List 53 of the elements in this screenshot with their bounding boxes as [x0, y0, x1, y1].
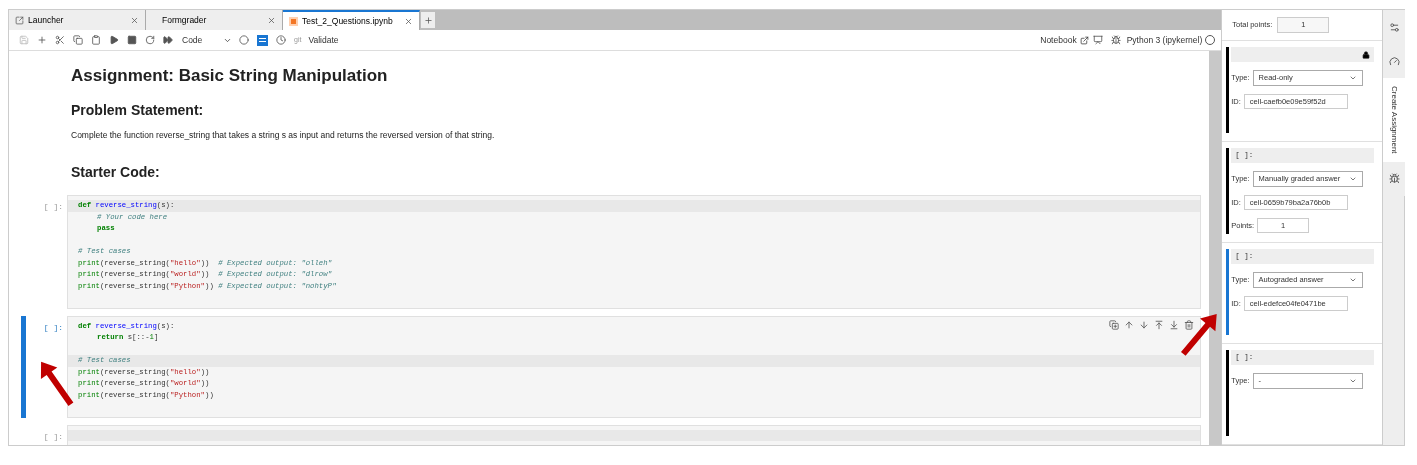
chevron-down-icon: [1348, 74, 1357, 82]
cell-prompt: [ ]:: [43, 430, 63, 443]
chevron-down-icon: [1348, 276, 1357, 284]
duplicate-icon[interactable]: [1109, 319, 1120, 330]
notebook-link[interactable]: Notebook: [1040, 33, 1089, 47]
inspector-button[interactable]: [257, 34, 268, 46]
validate-button[interactable]: Validate: [305, 33, 342, 47]
save-icon: [19, 35, 29, 45]
scrollbar[interactable]: [1209, 51, 1222, 445]
tab-title: Test_2_Questions.ipynb: [302, 14, 394, 28]
close-icon[interactable]: [404, 16, 413, 26]
insert-above-icon[interactable]: [1154, 319, 1165, 330]
plus-icon: [423, 15, 433, 25]
cut-icon: [55, 35, 65, 45]
restart-icon: [145, 35, 155, 45]
gauge-icon: [1388, 55, 1400, 67]
side-tab[interactable]: Create Assignment: [1383, 78, 1405, 162]
close-icon[interactable]: [130, 15, 139, 25]
new-tab-button[interactable]: [421, 12, 435, 28]
external-link-icon: [1079, 35, 1089, 45]
lock-icon: [1362, 50, 1370, 59]
kernel-name[interactable]: Python 3 (ipykernel): [1126, 33, 1203, 47]
fast-forward-icon: [163, 35, 173, 45]
run-icon: [109, 35, 119, 45]
cell-prompt: [ ]:: [43, 321, 63, 334]
clock-icon: [276, 35, 286, 45]
tab[interactable]: Formgrader: [146, 10, 283, 30]
paragraph: Complete the function reverse_string that takes a string s as input and returns the reversed version of that string.: [71, 129, 496, 141]
bug-icon: [1388, 173, 1400, 185]
tab[interactable]: Test_2_Questions.ipynb: [283, 10, 420, 30]
tab[interactable]: Launcher: [9, 10, 146, 30]
notebook-icon: [289, 16, 298, 26]
tab-title: Formgrader: [161, 13, 208, 27]
insert-below-icon[interactable]: [1169, 319, 1180, 330]
move-down-icon[interactable]: [1139, 319, 1150, 330]
plus-icon: [37, 35, 47, 45]
bug-icon: [1110, 35, 1121, 45]
section-heading: Problem Statement:: [71, 101, 205, 119]
delete-icon[interactable]: [1184, 319, 1195, 330]
launcher-icon: [15, 15, 24, 25]
notebook-heading: Assignment: Basic String Manipulation: [71, 65, 389, 87]
chevron-down-icon: [1348, 175, 1357, 183]
paste-icon: [91, 35, 101, 45]
chevron-down-icon: [1348, 377, 1357, 385]
cell-type-select[interactable]: Code: [179, 32, 235, 48]
close-icon[interactable]: [267, 15, 276, 25]
move-up-icon[interactable]: [1124, 319, 1135, 330]
stop-icon: [127, 35, 137, 45]
copy-icon: [73, 35, 83, 45]
section-heading: Starter Code:: [71, 163, 161, 181]
slideshow-icon: [1092, 35, 1103, 45]
cell-prompt: [ ]:: [43, 201, 63, 213]
tab-title: Launcher: [28, 13, 65, 27]
